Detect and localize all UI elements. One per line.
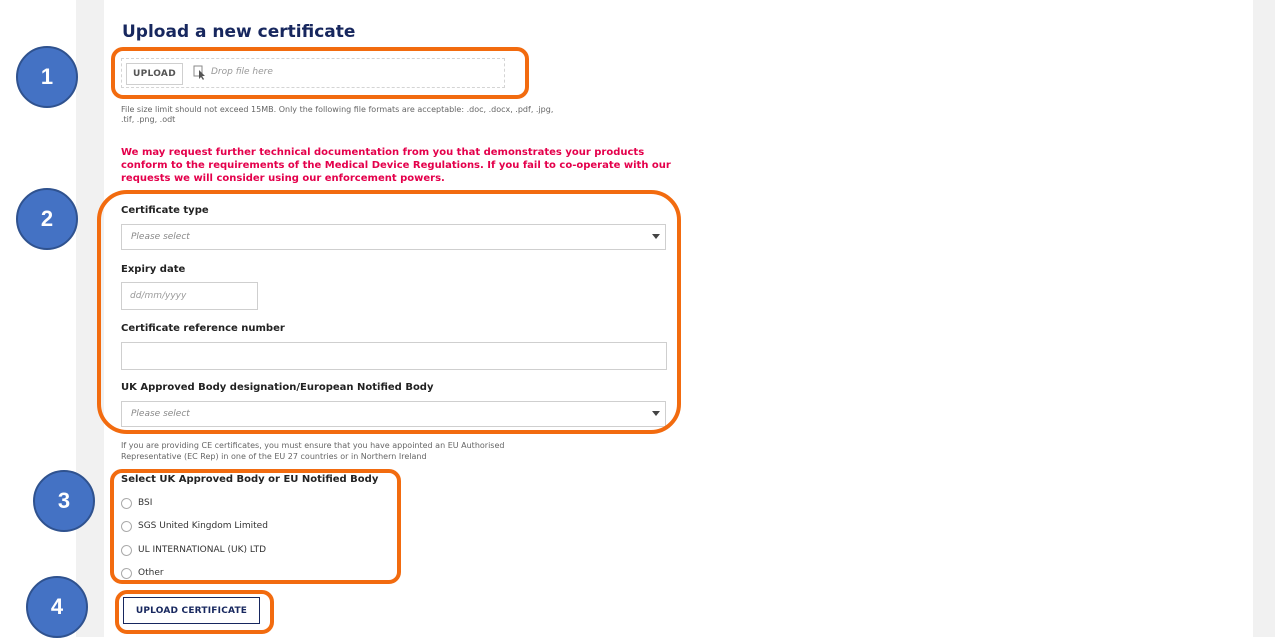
file-size-help: File size limit should not exceed 15MB. … [121, 105, 554, 114]
callout-box-1 [111, 47, 529, 99]
callout-badge-3: 3 [33, 470, 95, 532]
page-title: Upload a new certificate [122, 22, 356, 42]
callout-badge-2: 2 [16, 188, 78, 250]
callout-box-2 [97, 190, 681, 434]
ce-certificate-help: If you are providing CE certificates, yo… [121, 441, 505, 450]
right-gutter [1253, 0, 1275, 637]
callout-badge-4: 4 [26, 576, 88, 638]
enforcement-warning: We may request further technical documen… [121, 147, 671, 184]
callout-box-4 [115, 590, 274, 634]
ec-rep-help: Representative (EC Rep) in one of the EU… [121, 452, 427, 461]
callout-box-3 [110, 469, 401, 584]
callout-badge-1: 1 [16, 46, 78, 108]
file-format-help: .tif, .png, .odt [121, 115, 176, 124]
